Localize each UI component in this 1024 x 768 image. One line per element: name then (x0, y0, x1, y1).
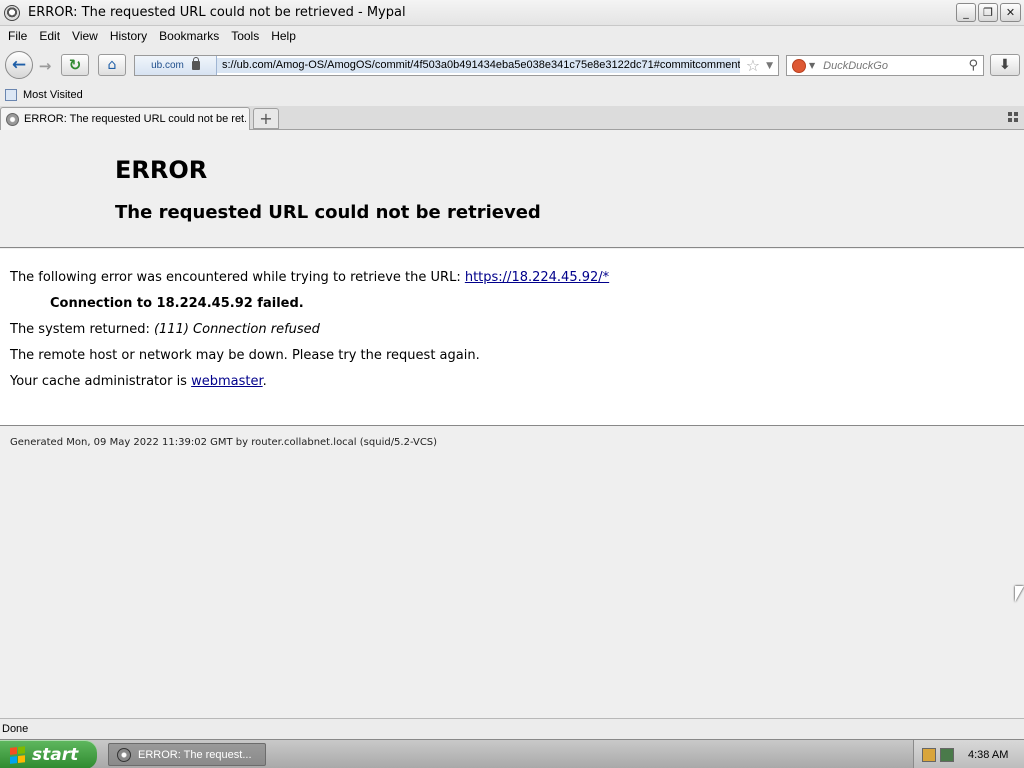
bookmarks-toolbar: Most Visited (0, 84, 1024, 106)
search-engine-dropdown-icon[interactable]: ▼ (809, 61, 815, 70)
search-input[interactable]: DuckDuckGo (823, 60, 968, 72)
home-button[interactable]: ⌂ (98, 54, 126, 76)
restore-button[interactable]: ❐ (978, 3, 998, 22)
duckduckgo-icon[interactable] (792, 58, 806, 73)
tab-error-page[interactable]: ERROR: The requested URL could not be re… (0, 107, 250, 130)
bookmark-folder-icon (5, 89, 17, 101)
bookmark-star-icon[interactable]: ☆ (746, 56, 760, 75)
flag-yellow-icon (18, 754, 25, 762)
system-returned-error: (111) Connection refused (153, 322, 320, 337)
bookmark-most-visited[interactable]: Most Visited (23, 89, 83, 101)
search-magnifier-icon[interactable]: ⚲ (968, 58, 978, 73)
reload-button[interactable]: ↻ (61, 54, 89, 76)
flag-blue-icon (10, 755, 17, 763)
taskbar-window-button[interactable]: ERROR: The request... (108, 743, 266, 766)
system-returned-prefix: The system returned: (10, 322, 154, 337)
menu-bar: File Edit View History Bookmarks Tools H… (0, 26, 1024, 46)
error-url-line: The following error was encountered whil… (10, 270, 609, 285)
tab-list-button[interactable] (1008, 112, 1018, 122)
search-bar[interactable]: ▼ DuckDuckGo ⚲ (786, 55, 984, 76)
navigation-toolbar: ← → ↻ ⌂ ub.com s://ub.com/Amog-OS/AmogOS… (0, 46, 1024, 84)
cache-admin-line: Your cache administrator is webmaster. (10, 374, 267, 389)
back-arrow-icon: ← (11, 55, 27, 75)
download-arrow-icon: ⬇ (999, 57, 1011, 73)
back-button[interactable]: ← (5, 51, 33, 79)
tray-app-icon[interactable] (922, 747, 936, 762)
start-label: start (32, 744, 79, 765)
forward-button[interactable]: → (35, 56, 55, 76)
grid-dot-icon (1014, 112, 1018, 116)
close-button[interactable]: ✕ (1000, 3, 1021, 22)
mypal-task-icon (117, 747, 131, 762)
status-text: Done (2, 723, 29, 735)
lock-icon (191, 57, 200, 70)
remote-host-down-line: The remote host or network may be down. … (10, 348, 480, 363)
status-bar: Done (0, 718, 1024, 739)
tab-label: ERROR: The requested URL could not be re… (24, 113, 246, 125)
error-header: ERROR The requested URL could not be ret… (0, 130, 1024, 248)
system-returned-line: The system returned: (111) Connection re… (10, 322, 320, 337)
menu-tools[interactable]: Tools (225, 29, 265, 43)
webmaster-link[interactable]: webmaster (191, 374, 263, 389)
new-tab-button[interactable]: + (253, 108, 279, 129)
url-dropdown-icon[interactable]: ▼ (766, 61, 773, 71)
forward-arrow-icon: → (38, 57, 52, 75)
menu-file[interactable]: File (2, 29, 33, 43)
windows-flag-icon (10, 745, 26, 764)
tray-network-icon[interactable] (940, 747, 954, 762)
error-body: The following error was encountered whil… (0, 249, 1024, 426)
cache-admin-prefix: Your cache administrator is (10, 374, 192, 389)
grid-dot-icon (1008, 118, 1012, 122)
mypal-app-icon[interactable] (4, 4, 20, 21)
url-input[interactable]: s://ub.com/Amog-OS/AmogOS/commit/4f503a0… (217, 58, 740, 73)
flag-green-icon (18, 745, 25, 754)
error-subtitle: The requested URL could not be retrieved (115, 202, 541, 223)
flag-red-icon (10, 746, 17, 755)
window-title: ERROR: The requested URL could not be re… (28, 5, 406, 20)
error-url-prefix: The following error was encountered whil… (10, 270, 465, 285)
clock[interactable]: 4:38 AM (968, 749, 1008, 761)
tab-favicon-icon (6, 112, 19, 126)
url-bar[interactable]: ub.com s://ub.com/Amog-OS/AmogOS/commit/… (134, 55, 779, 76)
menu-edit[interactable]: Edit (33, 29, 66, 43)
menu-help[interactable]: Help (265, 29, 302, 43)
grid-dot-icon (1008, 112, 1012, 116)
reload-icon: ↻ (68, 56, 82, 74)
taskbar: start ERROR: The request... 4:38 AM (0, 739, 1024, 768)
tab-strip: ERROR: The requested URL could not be re… (0, 106, 1024, 130)
taskbar-window-label: ERROR: The request... (138, 748, 252, 761)
connection-failed-line: Connection to 18.224.45.92 failed. (50, 296, 304, 311)
start-button[interactable]: start (0, 740, 97, 768)
identity-host: ub.com (151, 60, 184, 71)
menu-history[interactable]: History (104, 29, 153, 43)
site-identity-button[interactable]: ub.com (135, 56, 217, 75)
page-content: ERROR The requested URL could not be ret… (0, 130, 1024, 718)
window-controls: _ ❐ ✕ (956, 3, 1021, 22)
minimize-button[interactable]: _ (956, 3, 976, 22)
home-icon: ⌂ (107, 57, 117, 73)
mouse-cursor-icon (1015, 586, 1024, 602)
menu-view[interactable]: View (66, 29, 104, 43)
menu-bookmarks[interactable]: Bookmarks (153, 29, 225, 43)
grid-dot-icon (1014, 118, 1018, 122)
cache-admin-suffix: . (262, 374, 267, 389)
plus-icon: + (259, 109, 273, 128)
error-url-link[interactable]: https://18.224.45.92/* (465, 270, 609, 285)
downloads-button[interactable]: ⬇ (990, 54, 1020, 76)
generated-footer: Generated Mon, 09 May 2022 11:39:02 GMT … (10, 437, 438, 448)
window-title-bar[interactable]: ERROR: The requested URL could not be re… (0, 0, 1024, 26)
error-title: ERROR (115, 156, 208, 184)
system-tray: 4:38 AM (913, 740, 1024, 768)
